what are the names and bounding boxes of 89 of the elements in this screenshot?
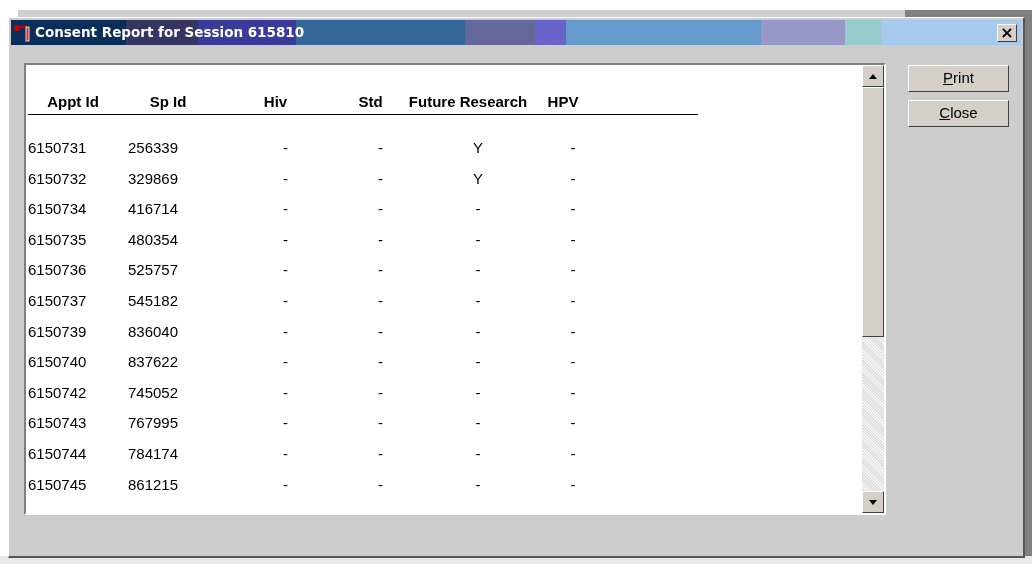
- table-cell-text: -: [282, 260, 289, 281]
- table-cell-text: -: [282, 229, 289, 250]
- table-cell-text: -: [377, 291, 384, 311]
- table-cell-text: -: [569, 474, 577, 495]
- table-cell-text: -: [377, 321, 384, 342]
- table-cell-text: -: [569, 291, 577, 311]
- table-cell-text: -: [377, 260, 384, 281]
- dialog-button[interactable]: Print: [908, 65, 1009, 92]
- table-cell-text: Y: [472, 138, 484, 159]
- table-cell-text: -: [474, 413, 482, 434]
- table-cell-text: -: [377, 382, 384, 403]
- table-cell-text: -: [282, 474, 289, 495]
- scroll-thumb[interactable]: [862, 87, 884, 337]
- table-cell-text: 329869: [128, 168, 180, 189]
- close-button[interactable]: ×: [997, 23, 1017, 42]
- table-cell-text: 6150737: [28, 291, 88, 311]
- table-cell-text: -: [377, 199, 384, 220]
- table-cell-text: 416714: [128, 199, 180, 220]
- table-cell-text: 525757: [128, 260, 180, 281]
- app-icon: [13, 22, 33, 43]
- table-cell-text: -: [282, 321, 289, 342]
- table-cell-text: -: [569, 413, 577, 434]
- table-cell-text: 6150743: [28, 413, 88, 434]
- table-cell-text: -: [377, 352, 384, 373]
- table-cell-text: -: [569, 229, 577, 250]
- table-cell-text: -: [474, 199, 482, 220]
- table-cell-text: -: [377, 413, 384, 434]
- table-cell-text: -: [282, 444, 289, 464]
- table-cell-text: -: [377, 444, 384, 464]
- window-title: Consent Report for Session 615810: [35, 23, 305, 43]
- table-cell-text: -: [569, 321, 577, 342]
- table-cell-text: 545182: [128, 291, 180, 311]
- table-cell-text: 6150740: [28, 352, 88, 373]
- table-cell-text: -: [282, 138, 289, 159]
- table-cell-text: -: [377, 474, 384, 495]
- table-cell-text: -: [474, 474, 482, 495]
- column-header: HPV: [546, 92, 580, 112]
- table-cell-text: -: [569, 382, 577, 403]
- column-header: Hiv: [262, 92, 289, 112]
- table-cell-text: -: [282, 413, 289, 434]
- table-cell-text: 6150745: [28, 474, 88, 495]
- table-cell-text: 6150731: [28, 138, 88, 159]
- table-cell-text: 480354: [128, 229, 180, 250]
- down-arrow-icon: [869, 499, 877, 505]
- table-cell-text: 6150735: [28, 229, 88, 250]
- table-cell-text: -: [569, 352, 577, 373]
- scrollbar[interactable]: [862, 65, 884, 513]
- column-header: Sp Id: [148, 92, 188, 112]
- table-cell-text: 6150736: [28, 260, 88, 281]
- table-cell-text: -: [474, 321, 482, 342]
- table-cell-text: 6150732: [28, 168, 88, 189]
- table-cell-text: 861215: [128, 474, 180, 495]
- table-cell-text: -: [282, 382, 289, 403]
- table-cell-text: -: [474, 260, 482, 281]
- table-cell-text: -: [474, 229, 482, 250]
- table-cell-text: -: [569, 444, 577, 464]
- table-cell-text: 745052: [128, 382, 180, 403]
- table-cell-text: -: [377, 168, 384, 189]
- table-cell-text: 767995: [128, 413, 180, 434]
- column-header: Appt Id: [46, 92, 100, 112]
- table-cell-text: 836040: [128, 321, 180, 342]
- dialog-button[interactable]: Close: [908, 100, 1009, 127]
- table-cell-text: -: [474, 382, 482, 403]
- table-cell-text: -: [569, 138, 577, 159]
- table-cell-text: -: [282, 199, 289, 220]
- table-cell-text: -: [474, 291, 482, 311]
- table-cell-text: -: [569, 199, 577, 220]
- table-cell-text: 6150739: [28, 321, 88, 342]
- scroll-up-button[interactable]: [862, 65, 884, 87]
- table-cell-text: -: [474, 444, 482, 464]
- table-cell-text: -: [569, 260, 577, 281]
- table-cell-text: -: [474, 352, 482, 373]
- table-cell-text: 256339: [128, 138, 180, 159]
- scroll-down-button[interactable]: [862, 491, 884, 513]
- table-cell-text: 6150742: [28, 382, 88, 403]
- table-cell-text: -: [282, 168, 289, 189]
- column-header: Future Research: [408, 92, 528, 112]
- table-cell-text: 837622: [128, 352, 180, 373]
- table-cell-text: Y: [472, 168, 484, 189]
- table-cell-text: -: [569, 168, 577, 189]
- table-cell-text: 6150734: [28, 199, 88, 220]
- table-cell-text: 6150744: [28, 444, 88, 464]
- table-cell-text: -: [282, 291, 289, 311]
- table-cell-text: -: [377, 229, 384, 250]
- table-cell-text: -: [282, 352, 289, 373]
- up-arrow-icon: [869, 73, 877, 79]
- table-cell-text: 784174: [128, 444, 180, 464]
- table-cell-text: -: [377, 138, 384, 159]
- column-header: Std: [357, 92, 384, 112]
